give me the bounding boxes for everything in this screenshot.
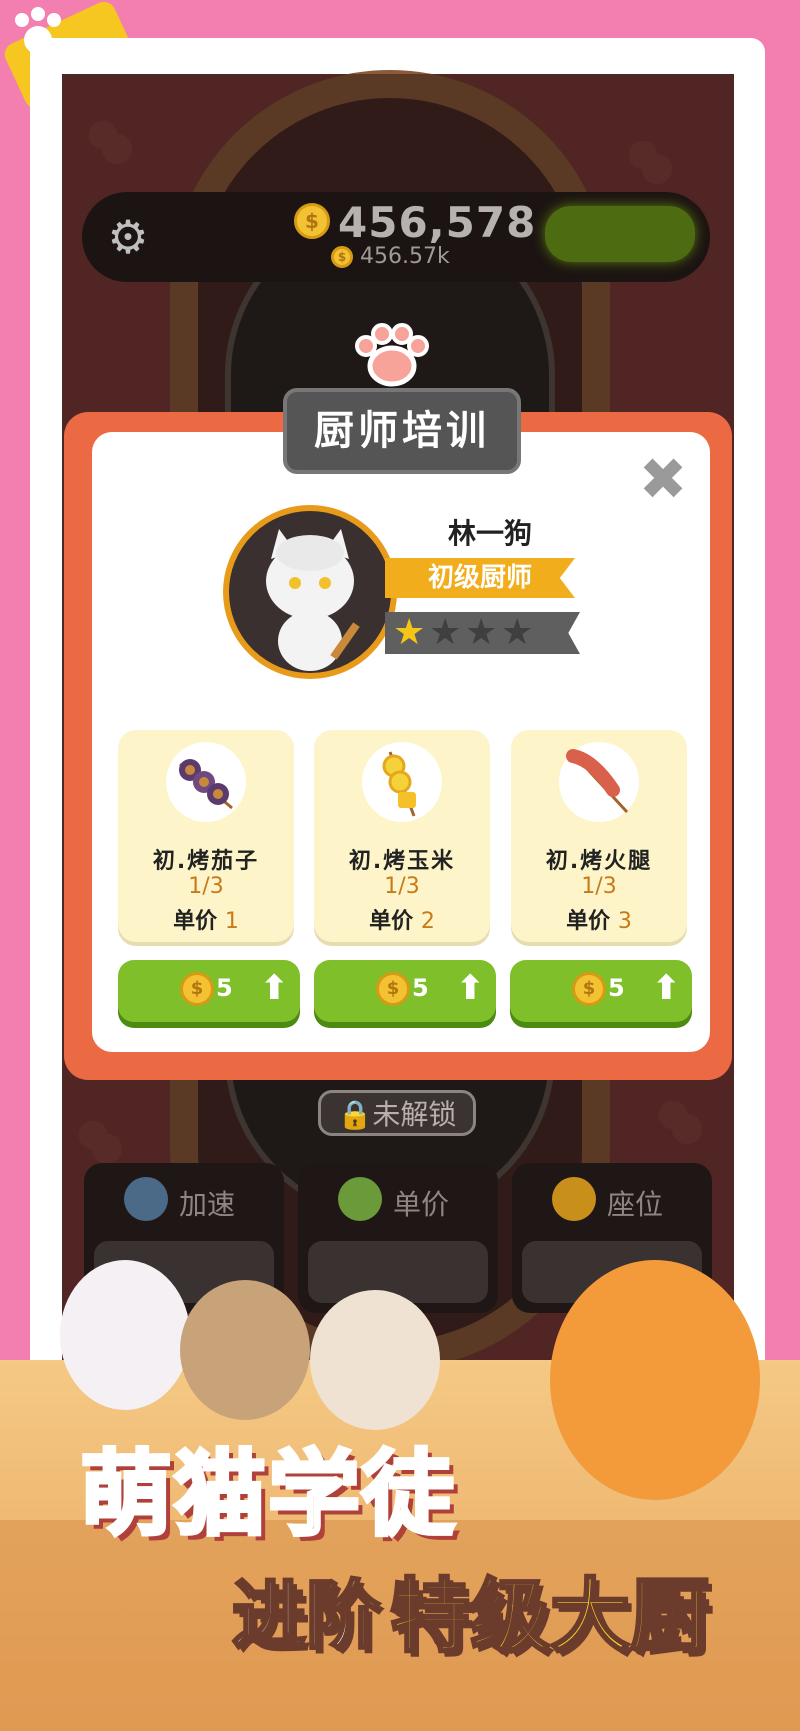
arrow-up-icon: ⬆ (456, 968, 485, 1008)
chef-avatar (223, 505, 397, 679)
close-icon[interactable]: ✖ (636, 450, 690, 508)
action-button[interactable] (545, 206, 695, 262)
dish-name: 初.烤火腿 (545, 849, 653, 874)
coin-icon: $ (180, 972, 214, 1006)
dish-price: 单价 1 (173, 909, 239, 934)
dish-progress: 1/3 (384, 874, 420, 899)
coin-icon: $ (376, 972, 410, 1006)
modal-title: 厨师培训 (283, 388, 521, 474)
paw-icon (552, 1177, 596, 1221)
dish-price: 单价 2 (369, 909, 435, 934)
corn-skewer-icon (362, 742, 442, 822)
paw-icon (352, 322, 432, 392)
dish-card: 初.烤茄子 1/3 单价 1 (118, 730, 294, 942)
locked-label: 🔒未解锁 (318, 1090, 476, 1136)
upgrade-cost: 5 (216, 974, 233, 1002)
coin-icon: $ (294, 203, 330, 239)
tab-label: 加速 (179, 1188, 236, 1221)
star-icon-filled: ★ (393, 612, 426, 653)
coin-rate-icon: $ (331, 246, 353, 268)
gear-icon[interactable]: ⚙ (103, 212, 153, 262)
star-icon-empty: ★ (465, 612, 498, 653)
promo-headline: 萌猫学徒 (78, 1439, 457, 1550)
tabby-cat-chef (180, 1280, 310, 1420)
arrow-up-icon: ⬆ (652, 968, 681, 1008)
dish-progress: 1/3 (188, 874, 224, 899)
upgrade-cost: 5 (412, 974, 429, 1002)
arrow-up-icon: ⬆ (260, 968, 289, 1008)
chef-name: 林一狗 (447, 517, 532, 550)
tab-label: 座位 (607, 1188, 664, 1221)
tab-label: 单价 (393, 1188, 450, 1221)
promo-subline-a: 进阶 (231, 1572, 382, 1661)
upgrade-cost: 5 (608, 974, 625, 1002)
price-upgrade-tab[interactable]: 单价 (298, 1163, 498, 1313)
dish-name: 初.烤茄子 (152, 849, 260, 874)
promo-subline-b: 特级大厨 (389, 1569, 712, 1665)
siamese-cat-chef (310, 1290, 440, 1430)
coin-rate: 456.57k (360, 244, 450, 269)
star-icon-empty: ★ (501, 612, 534, 653)
coin-total: 456,578 (338, 198, 537, 247)
eggplant-skewer-icon (166, 742, 246, 822)
upgrade-button[interactable]: $ 5 ⬆ (118, 960, 300, 1022)
clock-icon (124, 1177, 168, 1221)
chef-rank-badge: 初级厨师 (385, 558, 575, 598)
dish-card: 初.烤火腿 1/3 单价 3 (511, 730, 687, 942)
orange-cat-chef (550, 1260, 760, 1500)
coin-icon: $ (572, 972, 606, 1006)
skewer-icon (338, 1177, 382, 1221)
white-cat-chef (60, 1260, 190, 1410)
sausage-skewer-icon (559, 742, 639, 822)
upgrade-button[interactable]: $ 5 ⬆ (510, 960, 692, 1022)
dish-price: 单价 3 (566, 909, 632, 934)
dish-name: 初.烤玉米 (348, 849, 456, 874)
dish-progress: 1/3 (581, 874, 617, 899)
dish-card: 初.烤玉米 1/3 单价 2 (314, 730, 490, 942)
upgrade-button[interactable]: $ 5 ⬆ (314, 960, 496, 1022)
star-icon-empty: ★ (429, 612, 462, 653)
